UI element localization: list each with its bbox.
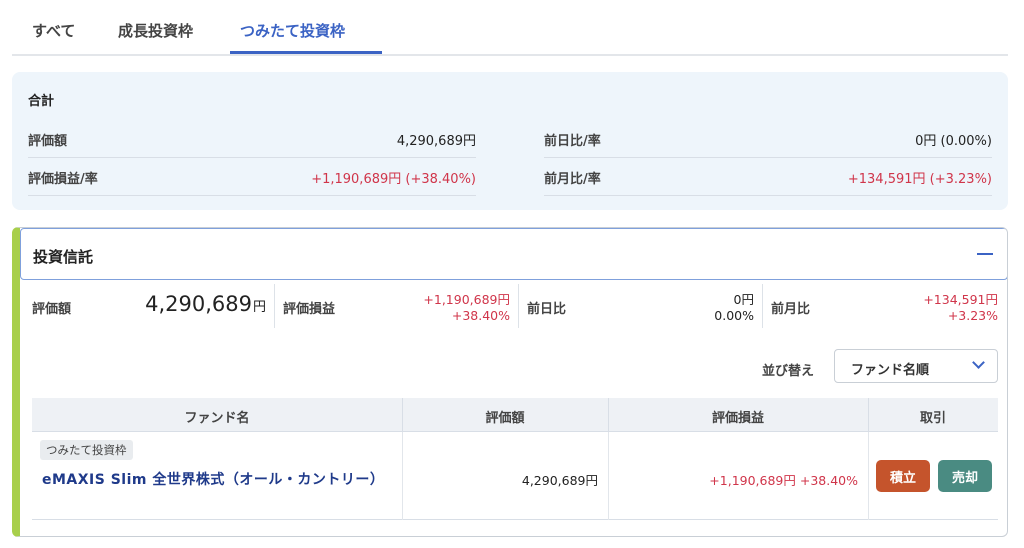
stat-gain-amount: +1,190,689円 — [423, 292, 510, 307]
stat-prev-day-amount: 0円 — [733, 292, 754, 307]
tab-bar: すべて 成長投資枠 つみたて投資枠 — [12, 0, 1008, 56]
stat-prev-day-rate: 0.00% — [714, 308, 754, 323]
table-row: つみたて投資枠 eMAXIS Slim 全世界株式（オール・カントリー） 4,2… — [32, 432, 998, 520]
row-divider — [402, 432, 403, 520]
minus-icon[interactable] — [977, 253, 993, 255]
fund-card-title: 投資信託 — [33, 248, 94, 266]
stat-valuation-number: 4,290,689 — [145, 292, 252, 316]
fund-name-link[interactable]: eMAXIS Slim 全世界株式（オール・カントリー） — [42, 470, 392, 491]
table-header: ファンド名 評価額 評価損益 取引 — [32, 398, 998, 432]
summary-prev-month-row: 前月比/率 +134,591円 (+3.23%) — [544, 158, 992, 196]
summary-prev-month-value: +134,591円 (+3.23%) — [847, 172, 992, 187]
summary-valuation-value: 4,290,689円 — [396, 134, 476, 149]
summary-prev-day-label: 前日比/率 — [544, 134, 601, 149]
header-divider — [608, 398, 609, 432]
summary-gain-label: 評価損益/率 — [28, 172, 98, 187]
summary-valuation-label: 評価額 — [28, 134, 68, 149]
summary-panel: 合計 評価額 4,290,689円 前日比/率 0円 (0.00%) 評価損益/… — [12, 72, 1008, 210]
summary-valuation-row: 評価額 4,290,689円 — [28, 120, 476, 158]
row-divider — [608, 432, 609, 520]
sort-label: 並び替え — [762, 364, 815, 379]
summary-prev-day-value: 0円 (0.00%) — [915, 134, 992, 149]
sell-button[interactable]: 売却 — [938, 460, 992, 492]
tab-all[interactable]: すべて — [32, 20, 75, 41]
header-gain: 評価損益 — [711, 411, 764, 426]
fund-card: 投資信託 評価額 4,290,689円 評価損益 +1,190,689円 +38… — [12, 227, 1008, 537]
fund-stats: 評価額 4,290,689円 評価損益 +1,190,689円 +38.40% … — [20, 280, 1007, 330]
stat-prev-day-label: 前日比 — [527, 302, 567, 317]
stat-prev-month-label: 前月比 — [771, 302, 811, 317]
stat-prev-month-rate: +3.23% — [947, 308, 998, 323]
chevron-down-icon — [972, 356, 985, 369]
summary-prev-month-label: 前月比/率 — [544, 172, 601, 187]
tab-growth[interactable]: 成長投資枠 — [118, 20, 193, 41]
stat-gain: 評価損益 +1,190,689円 +38.40% — [274, 284, 518, 328]
stat-valuation-unit: 円 — [252, 300, 266, 315]
accumulate-button[interactable]: 積立 — [876, 460, 930, 492]
summary-gain-row: 評価損益/率 +1,190,689円 (+38.40%) — [28, 158, 476, 196]
active-tab-indicator — [230, 51, 382, 54]
sort-selected-value: ファンド名順 — [851, 363, 930, 378]
summary-title: 合計 — [28, 94, 55, 109]
row-gain: +1,190,689円 +38.40% — [709, 473, 858, 488]
row-divider — [868, 432, 869, 520]
summary-gain-value: +1,190,689円 (+38.40%) — [311, 172, 476, 187]
header-divider — [868, 398, 869, 432]
summary-prev-day-row: 前日比/率 0円 (0.00%) — [544, 120, 992, 158]
stat-prev-day: 前日比 0円 0.00% — [518, 284, 762, 328]
stat-gain-label: 評価損益 — [283, 302, 336, 317]
stat-valuation-amount: 4,290,689円 — [145, 292, 266, 316]
row-valuation: 4,290,689円 — [521, 473, 598, 488]
sort-dropdown[interactable]: ファンド名順 — [834, 349, 998, 383]
header-valuation: 評価額 — [485, 411, 525, 426]
header-trade: 取引 — [919, 411, 946, 426]
header-divider — [402, 398, 403, 432]
stat-prev-month: 前月比 +134,591円 +3.23% — [762, 284, 1006, 328]
tab-tsumitate[interactable]: つみたて投資枠 — [240, 20, 345, 41]
stat-valuation: 評価額 4,290,689円 — [24, 284, 274, 328]
stat-valuation-label: 評価額 — [32, 302, 72, 317]
stat-gain-rate: +38.40% — [451, 308, 510, 323]
stat-prev-month-amount: +134,591円 — [923, 292, 998, 307]
account-type-badge: つみたて投資枠 — [40, 440, 133, 460]
fund-card-header[interactable]: 投資信託 — [20, 228, 1007, 280]
header-fund-name: ファンド名 — [184, 411, 250, 426]
